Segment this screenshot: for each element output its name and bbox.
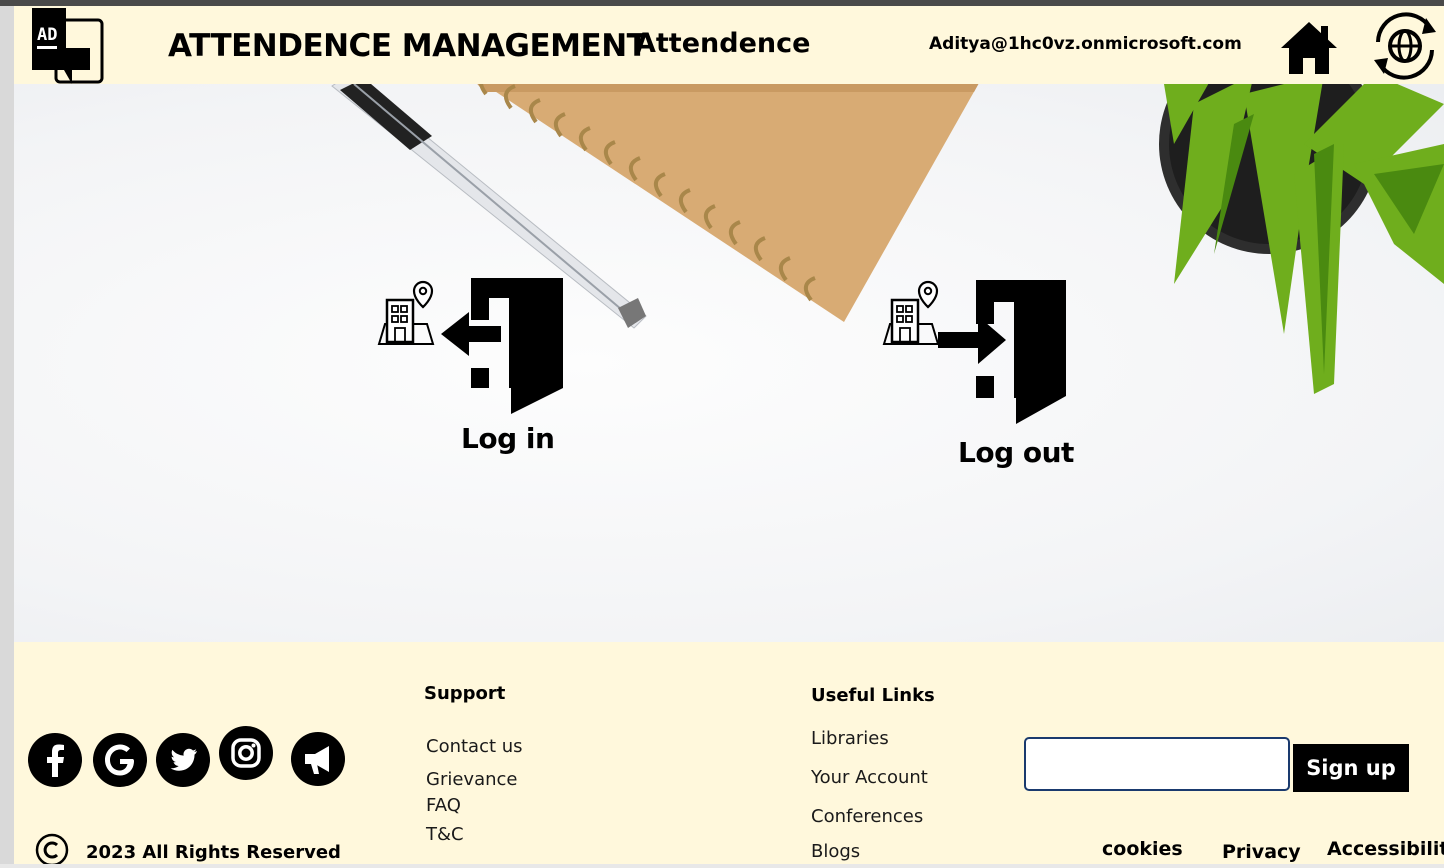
useful-link-blogs[interactable]: Blogs — [811, 841, 860, 862]
globe-refresh-icon[interactable] — [1366, 6, 1444, 86]
cookies-link[interactable]: cookies — [1102, 838, 1183, 860]
footer: 2023 All Rights Reserved Support Contact… — [14, 642, 1444, 864]
support-link-contact[interactable]: Contact us — [426, 736, 523, 757]
useful-link-conferences[interactable]: Conferences — [811, 806, 923, 827]
exit-door-icon — [441, 278, 563, 414]
logout-label: Log out — [958, 436, 1074, 469]
accessibility-link[interactable]: Accessibility — [1327, 838, 1444, 860]
app-title: ATTENDENCE MANAGEMENT — [168, 28, 648, 64]
google-icon[interactable] — [93, 733, 147, 787]
app-logo: AD — [32, 8, 104, 84]
page-name: Attendence — [635, 28, 811, 59]
support-heading: Support — [424, 683, 506, 704]
megaphone-icon[interactable] — [291, 732, 345, 786]
support-link-grievance[interactable]: Grievance — [426, 769, 518, 790]
login-label: Log in — [461, 422, 555, 455]
login-action[interactable]: Log in — [369, 274, 569, 474]
header-bar: AD ATTENDENCE MANAGEMENT Attendence Adit… — [14, 6, 1444, 84]
support-link-faq[interactable]: FAQ — [426, 795, 461, 816]
app-canvas: AD ATTENDENCE MANAGEMENT Attendence Adit… — [14, 6, 1444, 864]
instagram-icon[interactable] — [219, 726, 273, 780]
building-location-icon — [377, 280, 435, 345]
facebook-icon[interactable] — [28, 733, 82, 787]
copyright-icon — [35, 833, 69, 864]
useful-link-libraries[interactable]: Libraries — [811, 728, 889, 749]
logout-action[interactable]: Log out — [874, 274, 1084, 484]
signup-email-input[interactable] — [1024, 737, 1290, 791]
signup-button[interactable]: Sign up — [1293, 744, 1409, 792]
useful-links-heading: Useful Links — [811, 685, 935, 706]
window-bottom-strip — [0, 864, 1444, 868]
useful-link-account[interactable]: Your Account — [811, 767, 928, 788]
copyright-text: 2023 All Rights Reserved — [86, 842, 341, 863]
privacy-link[interactable]: Privacy — [1222, 841, 1301, 863]
hero-background: Log in Log out — [14, 84, 1444, 642]
home-icon[interactable] — [1279, 18, 1339, 78]
desk-photo-illustration — [331, 84, 1444, 394]
user-email: Aditya@1hc0vz.onmicrosoft.com — [929, 34, 1242, 54]
support-link-tc[interactable]: T&C — [426, 824, 464, 845]
enter-door-icon — [938, 280, 1066, 424]
logo-text: AD — [37, 25, 57, 45]
twitter-icon[interactable] — [156, 733, 210, 787]
